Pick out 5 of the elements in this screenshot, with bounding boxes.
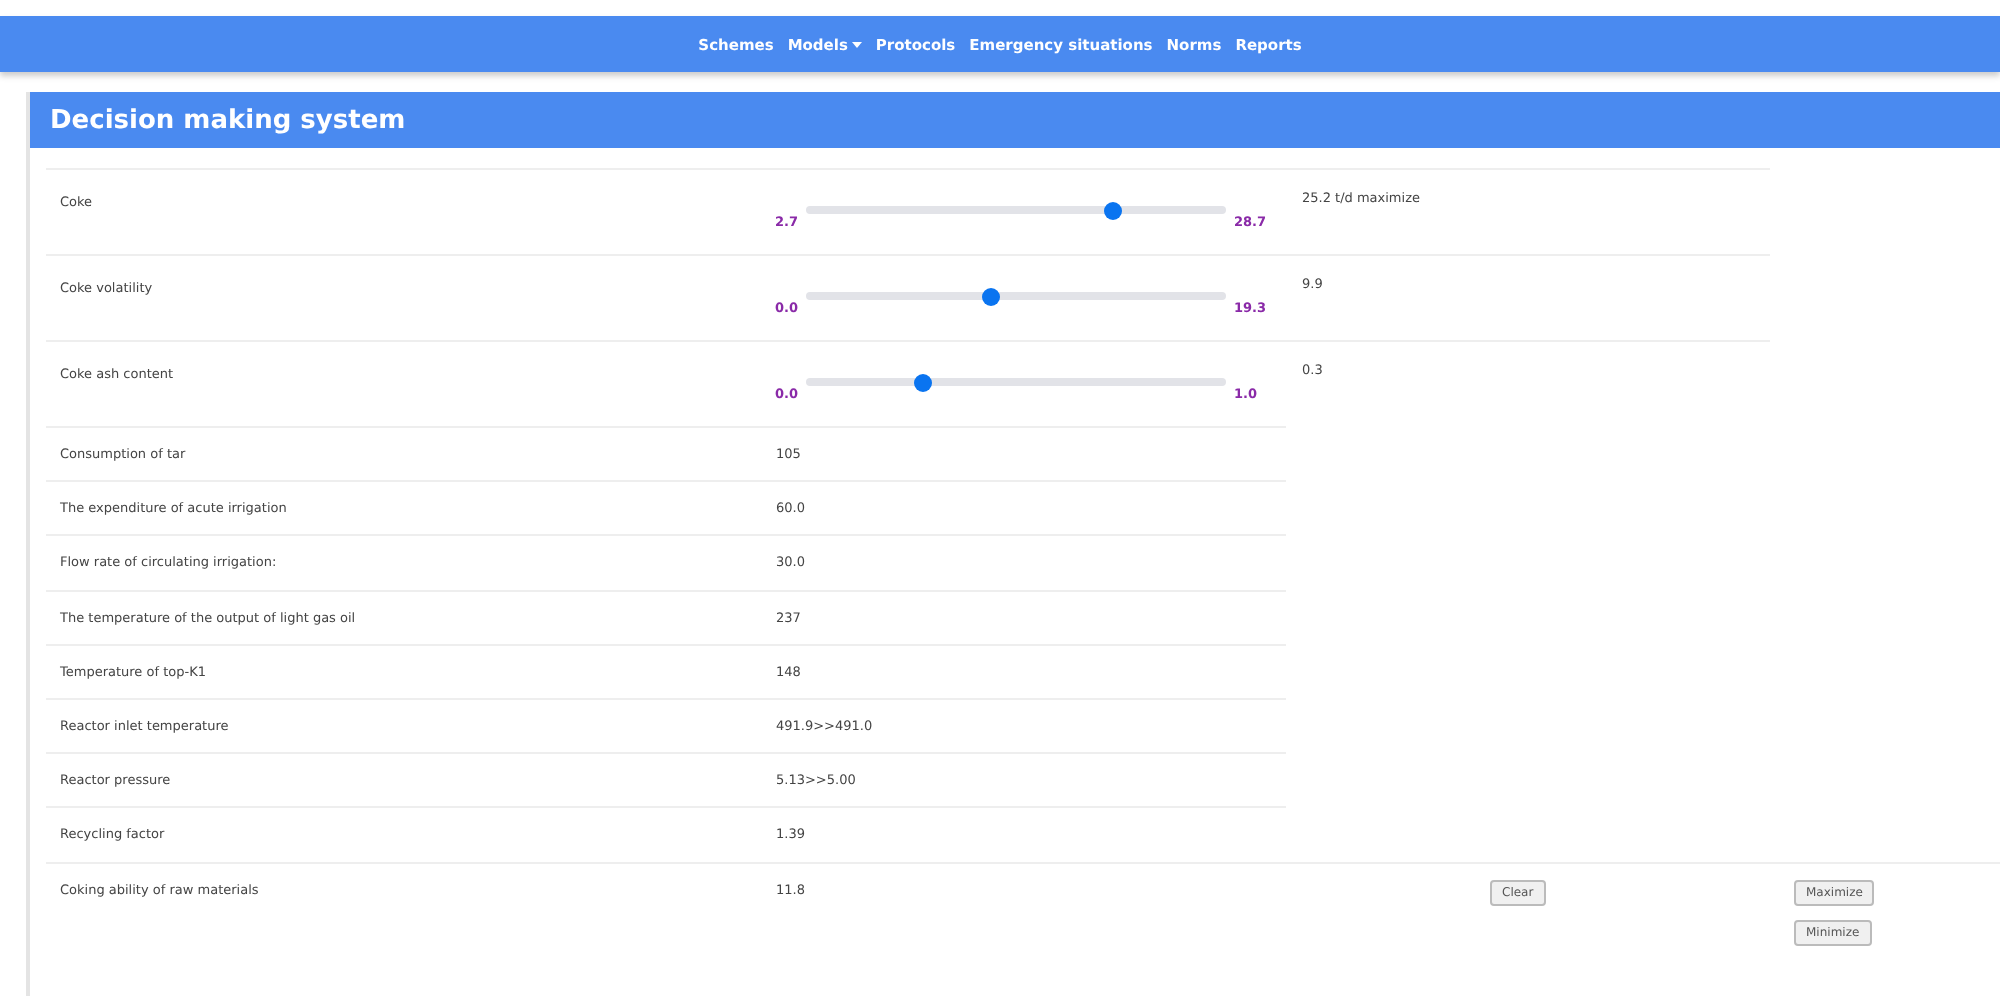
- caret-icon: [851, 41, 862, 48]
- slider-thumb[interactable]: [914, 373, 933, 391]
- slider-thumb[interactable]: [1103, 201, 1122, 219]
- panel-title: Decision making system: [50, 105, 406, 135]
- slider-thumb[interactable]: [981, 287, 1000, 305]
